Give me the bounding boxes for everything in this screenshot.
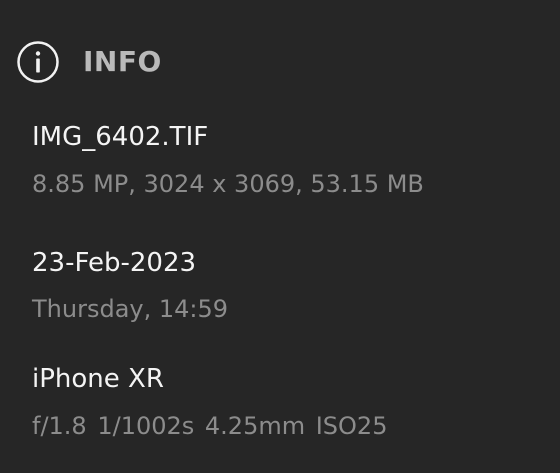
info-icon [17, 41, 59, 83]
info-header: INFO [16, 40, 162, 84]
file-name: IMG_6402.TIF [32, 122, 209, 152]
info-panel: INFO IMG_6402.TIF 8.85 MP, 3024 x 3069, … [0, 0, 560, 473]
exposure-settings: f/1.8 1/1002s 4.25mm ISO25 [32, 412, 388, 440]
camera-model: iPhone XR [32, 364, 164, 394]
capture-date: 23-Feb-2023 [32, 248, 197, 278]
capture-weekday-time: Thursday, 14:59 [32, 295, 229, 323]
info-title: INFO [83, 45, 162, 78]
file-details: 8.85 MP, 3024 x 3069, 53.15 MB [32, 170, 424, 198]
